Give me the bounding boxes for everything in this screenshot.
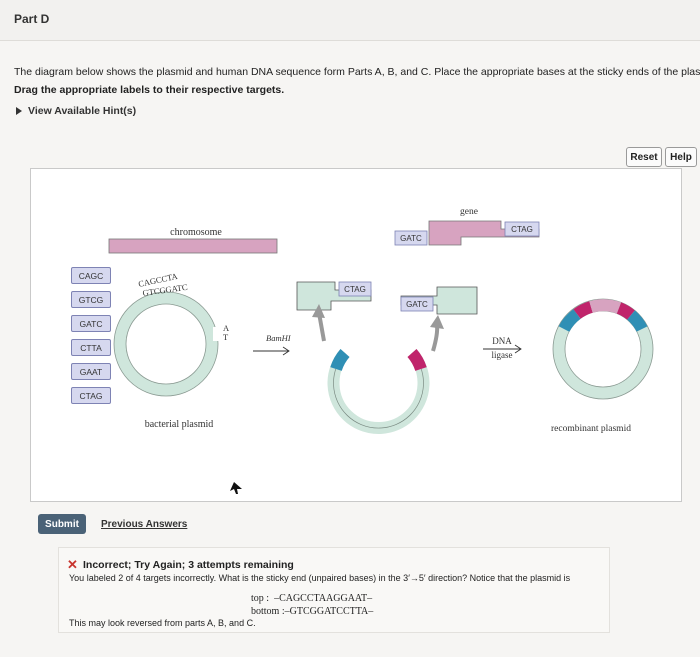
recombinant-red-segment-left bbox=[573, 301, 593, 319]
target-gene-right-label: CTAG bbox=[511, 225, 533, 234]
bottom-strand-label: bottom : bbox=[251, 606, 285, 617]
mouse-pointer-icon bbox=[230, 482, 242, 494]
sticky-end-red bbox=[407, 349, 427, 372]
dna-label: DNA bbox=[492, 336, 512, 346]
chromosome-bar bbox=[108, 238, 278, 254]
recombinant-plasmid-label: recombinant plasmid bbox=[551, 424, 631, 434]
header-bar bbox=[0, 0, 700, 41]
recombinant-gene-segment bbox=[589, 299, 622, 314]
feedback-message: You labeled 2 of 4 targets incorrectly. … bbox=[69, 573, 571, 583]
sticky-end-blue bbox=[330, 349, 350, 372]
question-instruction: Drag the appropriate labels to their res… bbox=[14, 84, 285, 96]
feedback-bottom-strand: bottom :–GTCGGATCCTTA– bbox=[251, 606, 373, 617]
target-fragment-right-label: GATC bbox=[406, 300, 428, 309]
feedback-note: This may look reversed from parts A, B, … bbox=[69, 618, 256, 628]
recombinant-blue-segment-right bbox=[626, 310, 648, 332]
feedback-panel: ✕ Incorrect; Try Again; 3 attempts remai… bbox=[58, 547, 610, 633]
help-button[interactable]: Help bbox=[665, 147, 697, 167]
top-strand-label: top : bbox=[251, 593, 270, 604]
target-gene-left-label: GATC bbox=[400, 234, 422, 243]
recombinant-blue-segment bbox=[558, 309, 581, 333]
part-title: Part D bbox=[14, 12, 50, 26]
curved-arrow-right bbox=[431, 324, 440, 352]
feedback-title: Incorrect; Try Again; 3 attempts remaini… bbox=[83, 559, 294, 571]
bamhi-label: BamHI bbox=[266, 333, 292, 343]
ligase-label: ligase bbox=[492, 350, 513, 360]
open-plasmid-ring bbox=[327, 349, 430, 435]
recombinant-red-segment-right bbox=[616, 302, 635, 320]
top-strand-sequence: –CAGCCTAAGGAAT– bbox=[274, 593, 373, 604]
view-hints-toggle[interactable]: View Available Hint(s) bbox=[16, 105, 136, 117]
question-intro: The diagram below shows the plasmid and … bbox=[14, 66, 700, 78]
bottom-strand-sequence: –GTCGGATCCTTA– bbox=[284, 606, 374, 617]
drag-drop-workspace: CAGC GTCG GATC CTTA GAAT CTAG chromosome… bbox=[30, 168, 682, 502]
bacterial-plasmid-label: bacterial plasmid bbox=[145, 419, 214, 430]
caret-right-icon bbox=[16, 107, 22, 116]
submit-button[interactable]: Submit bbox=[38, 514, 86, 534]
dna-diagram: chromosome gene GATC CTAG CAGCCTA GTCGGA… bbox=[108, 207, 654, 494]
view-hints-label: View Available Hint(s) bbox=[28, 105, 137, 117]
previous-answers-link[interactable]: Previous Answers bbox=[101, 519, 187, 530]
chromosome-label: chromosome bbox=[170, 227, 222, 238]
feedback-top-strand: top : –CAGCCTAAGGAAT– bbox=[251, 593, 372, 604]
plasmid-sequence-tail-bottom: T bbox=[223, 332, 229, 342]
bacterial-plasmid-ring bbox=[114, 292, 218, 396]
x-icon: ✕ bbox=[67, 557, 78, 572]
reset-button[interactable]: Reset bbox=[626, 147, 662, 167]
gene-label: gene bbox=[460, 207, 478, 217]
target-fragment-left-label: CTAG bbox=[344, 285, 366, 294]
